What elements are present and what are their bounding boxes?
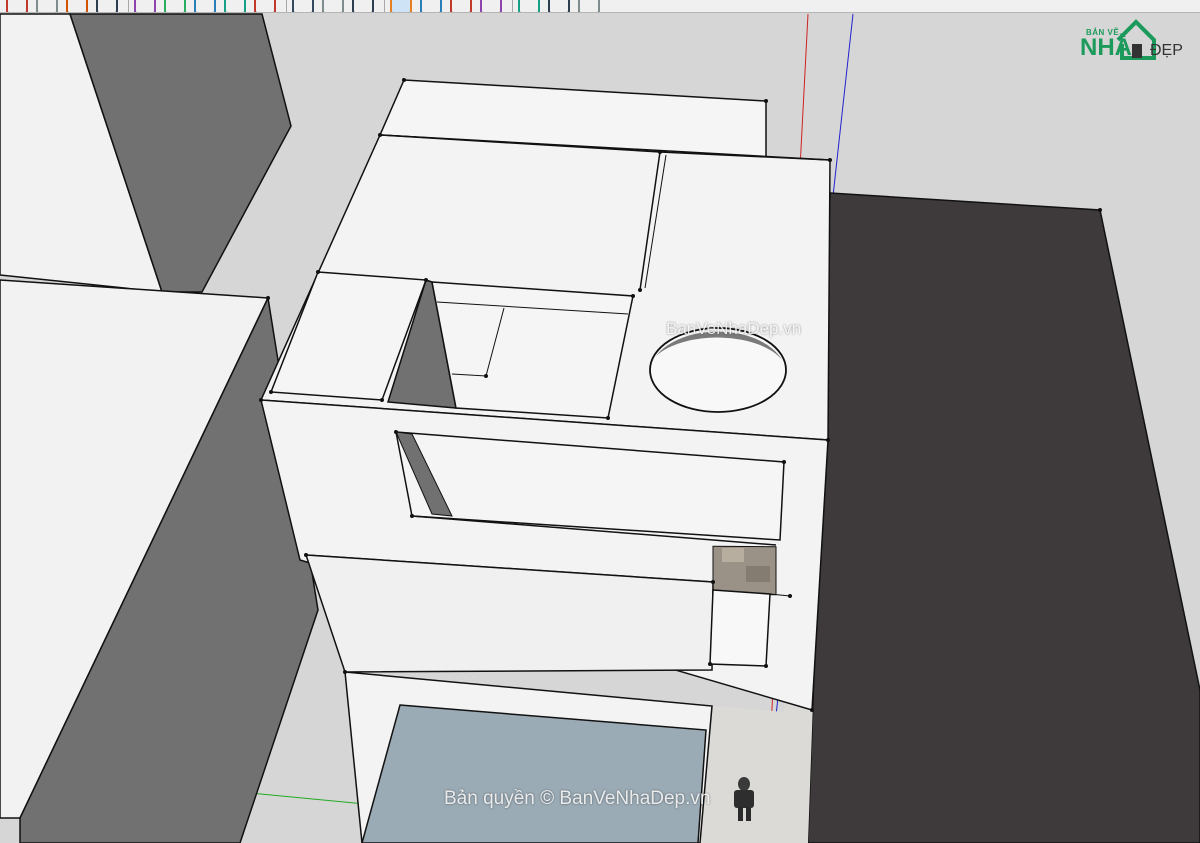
glass-storefront bbox=[361, 704, 707, 843]
push-pull-icon[interactable] bbox=[194, 0, 216, 12]
zoom-icon[interactable] bbox=[450, 0, 472, 12]
toolbar-separator bbox=[128, 0, 129, 12]
watermark-bottom: Bản quyền © BanVeNhaDep.vn bbox=[444, 788, 711, 809]
circular-skylight bbox=[649, 327, 787, 413]
toolbar-separator bbox=[286, 0, 287, 12]
main-toolbar bbox=[0, 0, 1200, 13]
rotate-icon[interactable] bbox=[254, 0, 276, 12]
pan-icon[interactable] bbox=[420, 0, 442, 12]
arc-icon[interactable] bbox=[134, 0, 156, 12]
section-plane-icon[interactable] bbox=[578, 0, 600, 12]
toolbar-separator bbox=[512, 0, 513, 12]
move-icon[interactable] bbox=[224, 0, 246, 12]
offset-icon[interactable] bbox=[292, 0, 314, 12]
brand-logo: BẢN VẼ NHÀ ĐẸP bbox=[1078, 14, 1190, 64]
pencil-icon[interactable] bbox=[6, 0, 28, 12]
look-around-icon[interactable] bbox=[548, 0, 570, 12]
toolbar-separator bbox=[384, 0, 385, 12]
logo-main-text: NHÀ bbox=[1080, 34, 1132, 61]
small-window bbox=[709, 589, 771, 667]
stone-texture-1 bbox=[722, 548, 744, 562]
zoom-extents-icon[interactable] bbox=[480, 0, 502, 12]
eraser-icon[interactable] bbox=[36, 0, 58, 12]
tape-measure-icon[interactable] bbox=[322, 0, 344, 12]
line-icon[interactable] bbox=[96, 0, 118, 12]
text-icon[interactable] bbox=[352, 0, 374, 12]
rectangle-icon[interactable] bbox=[164, 0, 186, 12]
walk-icon[interactable] bbox=[518, 0, 540, 12]
courtyard-floor bbox=[431, 281, 634, 419]
watermark-top: BanVeNhaDep.vn bbox=[666, 319, 802, 338]
paint-bucket-icon[interactable] bbox=[66, 0, 88, 12]
sketchup-viewport[interactable] bbox=[0, 12, 1200, 843]
model-canvas[interactable] bbox=[0, 12, 1200, 843]
stone-texture-2 bbox=[746, 566, 770, 582]
logo-suffix-text: ĐẸP bbox=[1150, 42, 1183, 59]
orbit-icon[interactable] bbox=[390, 0, 412, 12]
